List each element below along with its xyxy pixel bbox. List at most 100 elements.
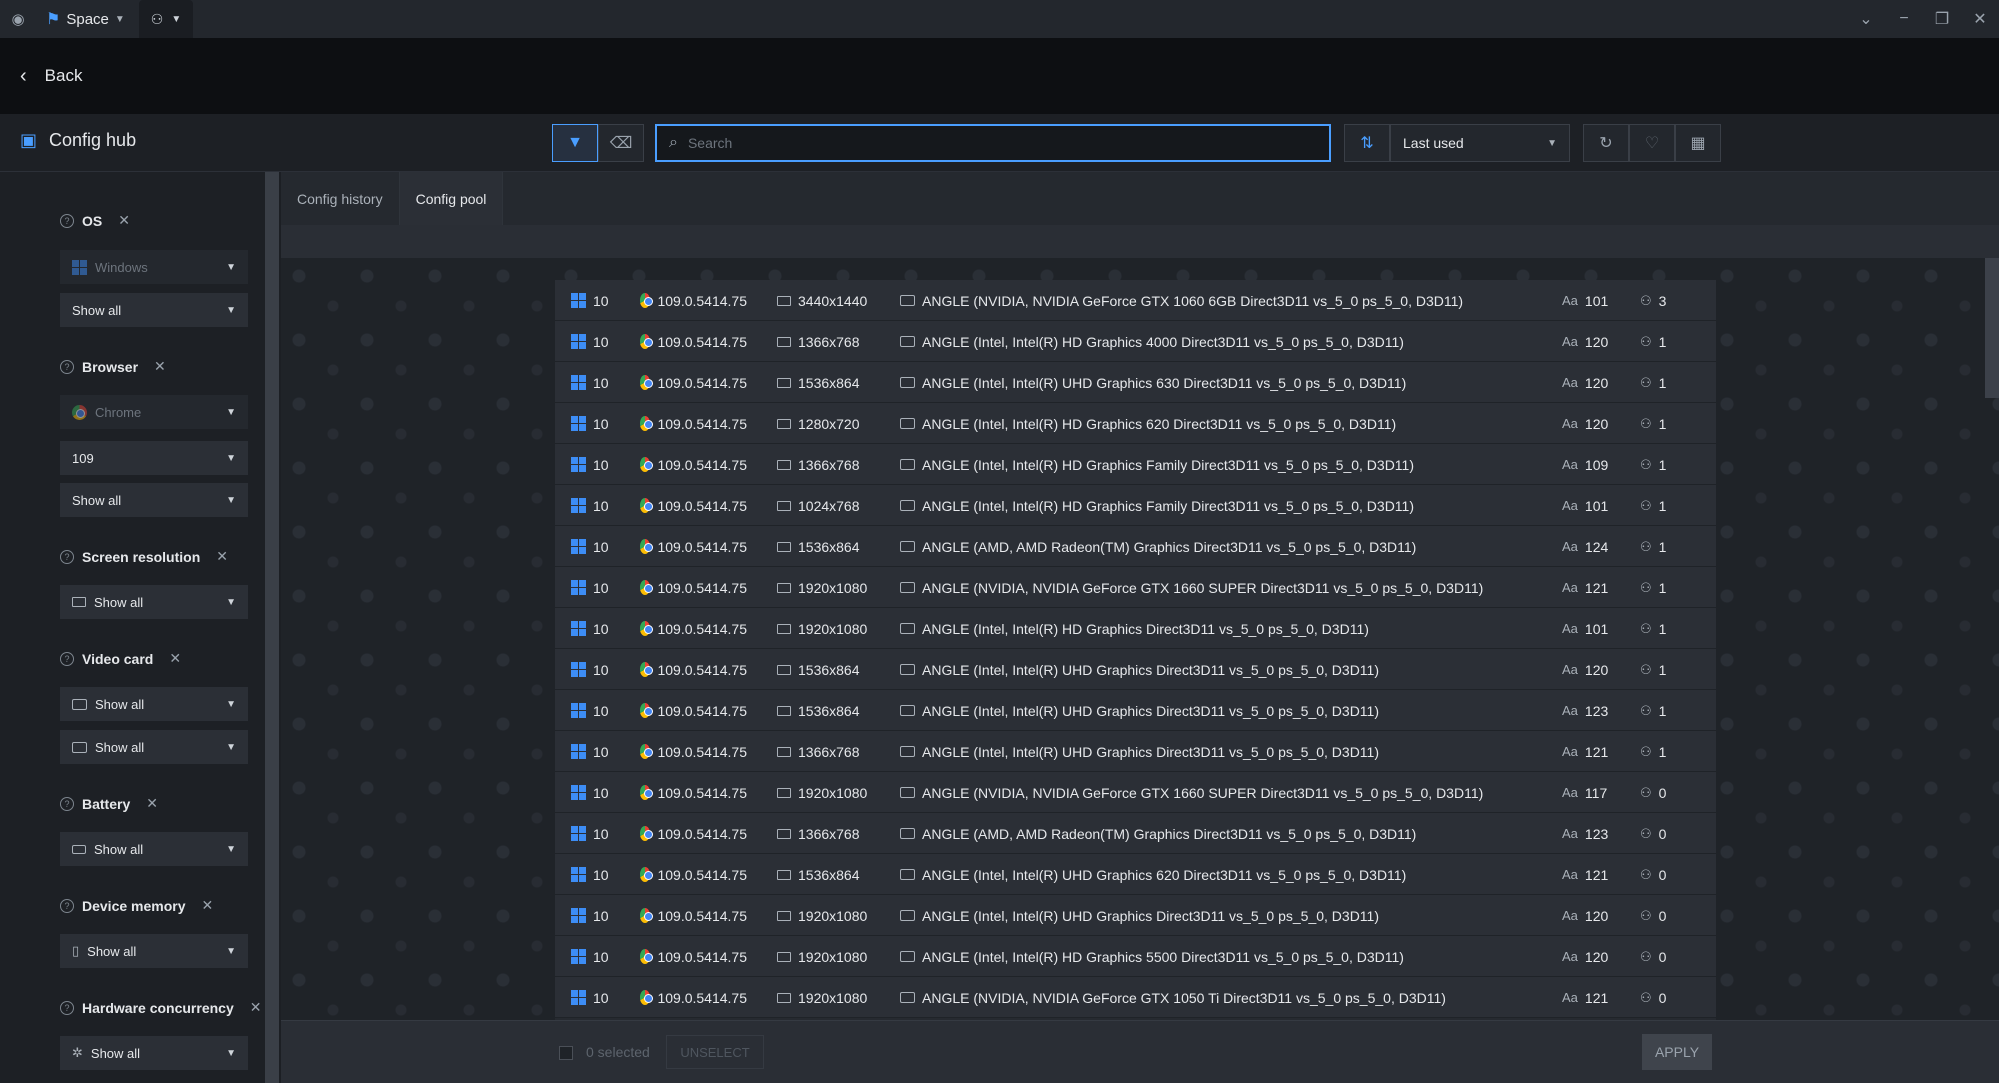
os-version-select[interactable]: Show all ▼ — [60, 293, 248, 327]
select-all-checkbox[interactable] — [559, 1046, 573, 1060]
table-row[interactable]: 10 109.0.5414.75 1280x720 ANGLE (Intel, … — [555, 403, 1716, 444]
windows-icon — [571, 949, 586, 964]
battery-select[interactable]: Show all ▼ — [60, 832, 248, 866]
clear-filter-icon[interactable]: ✕ — [250, 999, 262, 1016]
table-row[interactable]: 10 109.0.5414.75 1366x768 ANGLE (AMD, AM… — [555, 813, 1716, 854]
video-card-model-select[interactable]: Show all ▼ — [60, 730, 248, 764]
browser-cell: 109.0.5414.75 — [640, 813, 747, 854]
device-memory-select[interactable]: ▯ Show all ▼ — [60, 934, 248, 968]
video-card-icon — [900, 623, 915, 634]
table-row[interactable]: 10 109.0.5414.75 1536x864 ANGLE (Intel, … — [555, 854, 1716, 895]
table-row[interactable]: 10 109.0.5414.75 1920x1080 ANGLE (NVIDIA… — [555, 772, 1716, 813]
windows-icon — [571, 867, 586, 882]
calendar-button[interactable]: ▦ — [1675, 124, 1721, 162]
browser-cell: 109.0.5414.75 — [640, 731, 747, 772]
resolution-cell: 1536x864 — [777, 690, 887, 731]
tab-config-history[interactable]: Config history — [281, 172, 400, 225]
browser-version: 109.0.5414.75 — [657, 292, 747, 309]
table-row[interactable]: 10 109.0.5414.75 1920x1080 ANGLE (Intel,… — [555, 895, 1716, 936]
close-icon[interactable]: ✕ — [1961, 9, 1999, 29]
browser-build-select[interactable]: Show all ▼ — [60, 483, 248, 517]
table-row[interactable]: 10 109.0.5414.75 1366x768 ANGLE (Intel, … — [555, 444, 1716, 485]
resolution-value: 1920x1080 — [798, 620, 868, 637]
profile-tab[interactable]: ⚇ ▼ — [138, 0, 194, 38]
users-icon: ⚇ — [1640, 456, 1652, 472]
sort-direction-button[interactable]: ⇅ — [1344, 124, 1390, 162]
video-card-vendor-select[interactable]: Show all ▼ — [60, 687, 248, 721]
minimize-icon[interactable]: − — [1885, 10, 1923, 28]
table-row[interactable]: 10 109.0.5414.75 1536x864 ANGLE (Intel, … — [555, 649, 1716, 690]
table-row[interactable]: 10 109.0.5414.75 1920x1080 ANGLE (NVIDIA… — [555, 977, 1716, 1018]
video-card-icon — [900, 951, 915, 962]
resolution-cell: 1920x1080 — [777, 567, 887, 608]
sort-select[interactable]: Last used ▼ — [1390, 124, 1570, 162]
resolution-cell: 1024x768 — [777, 485, 887, 526]
help-icon[interactable]: ? — [60, 213, 74, 228]
help-icon[interactable]: ? — [60, 549, 74, 564]
help-icon[interactable]: ? — [60, 359, 74, 374]
search-input[interactable] — [687, 135, 1288, 151]
monitor-icon — [777, 377, 791, 388]
clear-filter-icon[interactable]: ✕ — [154, 358, 166, 375]
monitor-icon — [777, 664, 791, 675]
browser-version: 109.0.5414.75 — [657, 456, 747, 473]
browser-cell: 109.0.5414.75 — [640, 526, 747, 567]
chevron-left-icon[interactable]: ‹ — [20, 65, 27, 88]
clear-filter-icon[interactable]: ✕ — [202, 897, 214, 914]
clear-filter-icon[interactable]: ✕ — [169, 650, 181, 667]
memory-value: Show all — [87, 943, 137, 959]
screen-resolution-select[interactable]: Show all ▼ — [60, 585, 248, 619]
gpu-cell: ANGLE (NVIDIA, NVIDIA GeForce GTX 1660 S… — [900, 567, 1500, 608]
browser-version: 109.0.5414.75 — [657, 538, 747, 555]
help-icon[interactable]: ? — [60, 898, 74, 913]
table-row[interactable]: 10 109.0.5414.75 1366x768 ANGLE (Intel, … — [555, 731, 1716, 772]
gpu-cell: ANGLE (Intel, Intel(R) UHD Graphics Dire… — [900, 690, 1500, 731]
back-button[interactable]: Back — [45, 66, 83, 86]
resolution-value: 1920x1080 — [798, 907, 868, 924]
title-bar: ◉ ⚑ Space ▼ ⚇ ▼ ⌄ − ❐ ✕ — [0, 0, 1999, 38]
windows-icon — [571, 662, 586, 677]
gpu-value: ANGLE (Intel, Intel(R) HD Graphics 620 D… — [922, 415, 1397, 432]
gpu-value: ANGLE (Intel, Intel(R) HD Graphics Famil… — [922, 456, 1414, 473]
clear-filter-icon[interactable]: ✕ — [146, 795, 158, 812]
fonts-icon: Aa — [1562, 375, 1578, 390]
help-icon[interactable]: ? — [60, 651, 74, 666]
chevron-down-icon: ▼ — [226, 698, 236, 710]
clear-filter-button[interactable]: ⌫ — [598, 124, 644, 162]
table-row[interactable]: 10 109.0.5414.75 1024x768 ANGLE (Intel, … — [555, 485, 1716, 526]
sidebar-scrollbar[interactable] — [265, 172, 279, 1083]
table-row[interactable]: 10 109.0.5414.75 1366x768 ANGLE (Intel, … — [555, 321, 1716, 362]
browser-cell: 109.0.5414.75 — [640, 854, 747, 895]
table-row[interactable]: 10 109.0.5414.75 1920x1080 ANGLE (Intel,… — [555, 608, 1716, 649]
collapse-icon[interactable]: ⌄ — [1847, 9, 1885, 29]
apply-button[interactable]: APPLY — [1642, 1034, 1712, 1070]
hardware-concurrency-select[interactable]: ✲ Show all ▼ — [60, 1036, 248, 1070]
table-row[interactable]: 10 109.0.5414.75 1920x1080 ANGLE (Intel,… — [555, 936, 1716, 977]
help-icon[interactable]: ? — [60, 1000, 74, 1015]
table-scrollbar[interactable] — [1985, 258, 1999, 398]
table-row[interactable]: 10 109.0.5414.75 1536x864 ANGLE (Intel, … — [555, 362, 1716, 403]
os-cell: 10 — [571, 280, 631, 321]
filter-button[interactable]: ▼ — [552, 124, 598, 162]
monitor-icon — [777, 951, 791, 962]
favorite-button[interactable]: ♡ — [1629, 124, 1675, 162]
table-row[interactable]: 10 109.0.5414.75 3440x1440 ANGLE (NVIDIA… — [555, 280, 1716, 321]
clear-filter-icon[interactable]: ✕ — [216, 548, 228, 565]
space-selector[interactable]: ⚑ Space ▼ — [36, 0, 135, 38]
back-bar: ‹ Back — [0, 38, 1999, 114]
search-box[interactable]: ⌕ — [655, 124, 1331, 162]
unselect-button[interactable]: UNSELECT — [666, 1035, 764, 1069]
tab-config-pool[interactable]: Config pool — [399, 172, 504, 225]
table-row[interactable]: 10 109.0.5414.75 1536x864 ANGLE (AMD, AM… — [555, 526, 1716, 567]
app-logo-icon[interactable]: ◉ — [0, 0, 36, 38]
maximize-icon[interactable]: ❐ — [1923, 9, 1961, 29]
help-icon[interactable]: ? — [60, 796, 74, 811]
table-row[interactable]: 10 109.0.5414.75 1920x1080 ANGLE (NVIDIA… — [555, 567, 1716, 608]
clear-filter-icon[interactable]: ✕ — [118, 212, 130, 229]
browser-version-select[interactable]: 109 ▼ — [60, 441, 248, 475]
video-card-icon — [900, 541, 915, 552]
usage-count: 3 — [1658, 292, 1667, 309]
browser-cell: 109.0.5414.75 — [640, 936, 747, 977]
refresh-button[interactable]: ↻ — [1583, 124, 1629, 162]
table-row[interactable]: 10 109.0.5414.75 1536x864 ANGLE (Intel, … — [555, 690, 1716, 731]
